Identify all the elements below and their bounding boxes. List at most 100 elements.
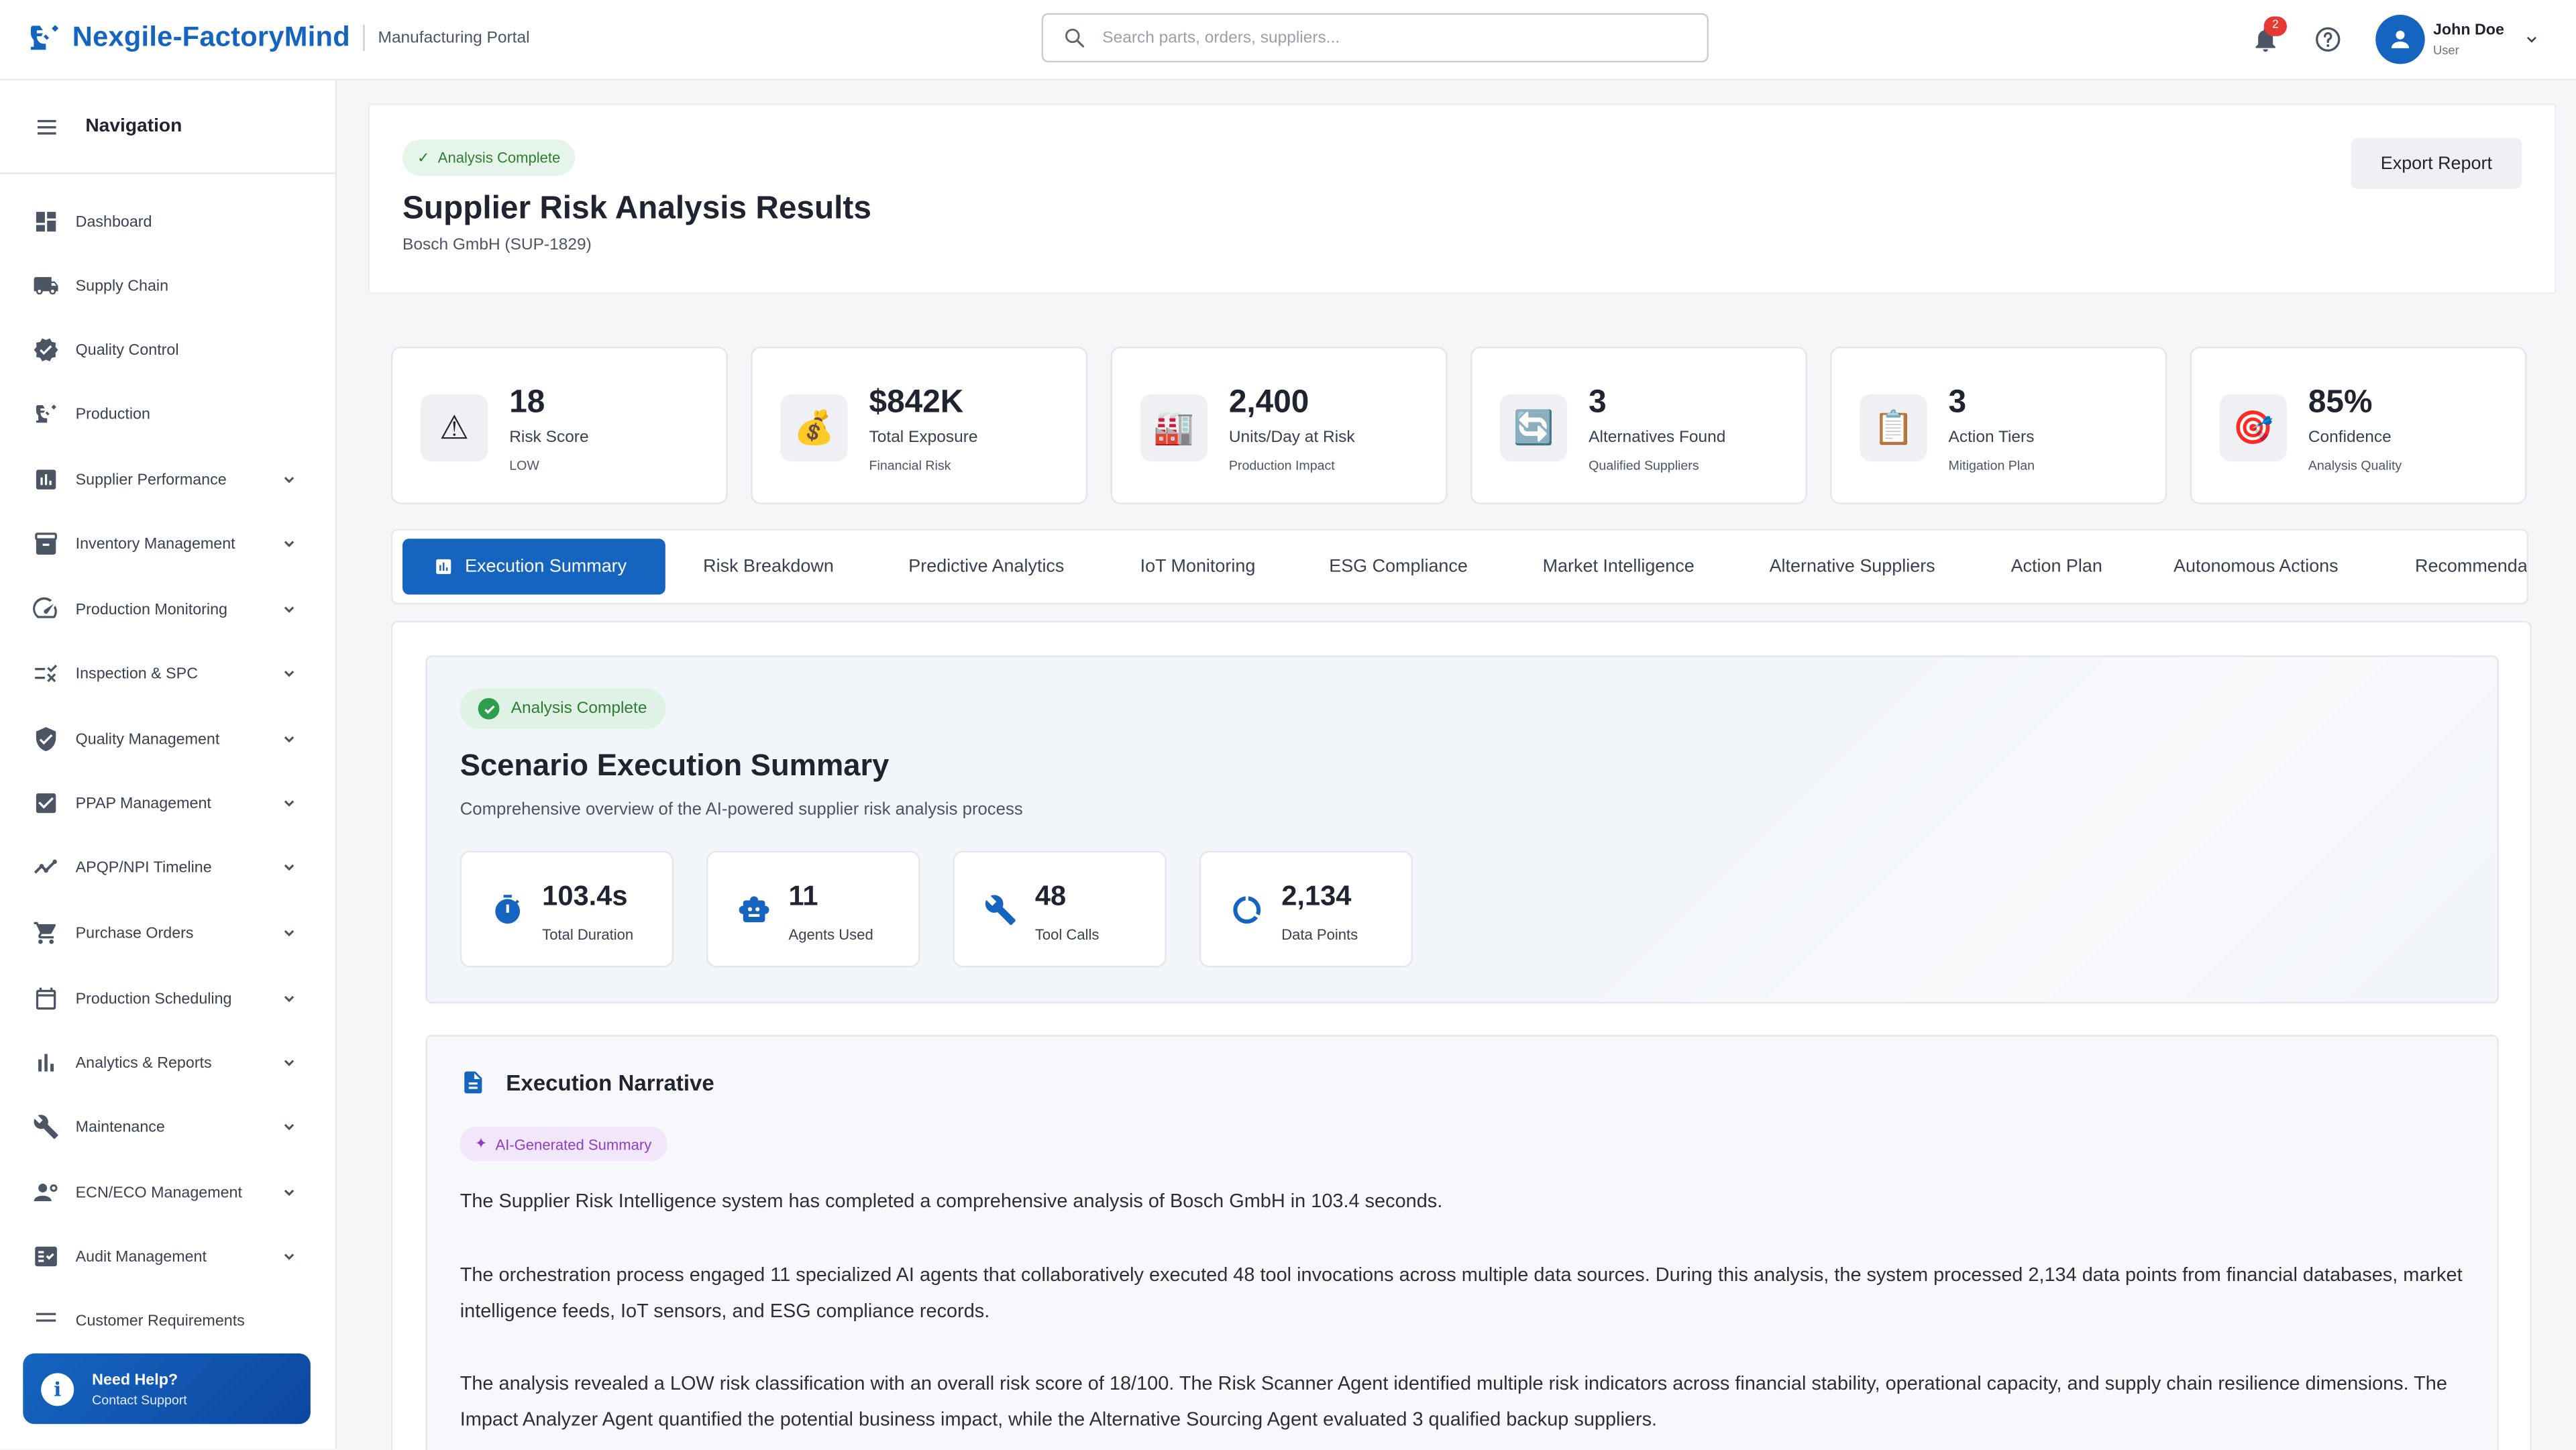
ai-badge-text: AI-Generated Summary bbox=[495, 1135, 652, 1152]
kpi-sublabel: LOW bbox=[509, 458, 539, 473]
fact-check-icon bbox=[35, 1246, 57, 1267]
wrench-icon bbox=[34, 1115, 58, 1139]
tab-action-plan[interactable]: Action Plan bbox=[2011, 539, 2102, 594]
menu-icon[interactable] bbox=[34, 114, 59, 139]
sidebar-item-label: Quality Management bbox=[75, 730, 220, 748]
chevron-down-icon bbox=[284, 995, 294, 1003]
sidebar-item-production[interactable]: Production bbox=[0, 389, 335, 438]
info-icon: i bbox=[41, 1372, 74, 1406]
top-bar: Nexgile-FactoryMind Manufacturing Portal… bbox=[0, 0, 2576, 81]
sidebar-item-label: Supplier Performance bbox=[75, 470, 227, 489]
tab-predictive-analytics[interactable]: Predictive Analytics bbox=[908, 539, 1064, 594]
bar-chart-icon bbox=[38, 1054, 54, 1072]
kpi-alternatives-found: 🔄 3 Alternatives Found Qualified Supplie… bbox=[1470, 346, 1807, 504]
stat-value: 48 bbox=[1034, 880, 1067, 912]
sidebar-item-analytics-reports[interactable]: Analytics & Reports bbox=[0, 1038, 335, 1087]
help-icon[interactable] bbox=[2313, 25, 2343, 54]
sidebar-item-purchase-orders[interactable]: Purchase Orders bbox=[0, 908, 335, 957]
export-report-button[interactable]: Export Report bbox=[2351, 137, 2522, 189]
tab-risk-breakdown[interactable]: Risk Breakdown bbox=[703, 539, 834, 594]
brand[interactable]: Nexgile-FactoryMind Manufacturing Portal bbox=[26, 19, 530, 56]
help-card[interactable]: i Need Help? Contact Support bbox=[23, 1353, 311, 1425]
sidebar-item-ecn-eco-management[interactable]: ECN/ECO Management bbox=[0, 1168, 335, 1217]
kpi-label: Alternatives Found bbox=[1589, 429, 1726, 447]
requirements-icon bbox=[36, 1313, 56, 1322]
sidebar-item-label: Customer Requirements bbox=[75, 1311, 245, 1330]
kpi-value: 2,400 bbox=[1228, 384, 1309, 421]
sidebar-item-label: Purchase Orders bbox=[75, 924, 194, 942]
sidebar-item-supply-chain[interactable]: Supply Chain bbox=[0, 261, 335, 310]
sidebar-item-label: Analytics & Reports bbox=[75, 1054, 212, 1072]
brand-name: Nexgile-FactoryMind bbox=[72, 21, 350, 53]
sidebar-item-audit-management[interactable]: Audit Management bbox=[0, 1232, 335, 1281]
chevron-down-icon bbox=[2527, 36, 2537, 43]
help-subtitle: Contact Support bbox=[92, 1392, 187, 1407]
stat-label: Data Points bbox=[1281, 926, 1358, 943]
chevron-down-icon bbox=[284, 1253, 294, 1260]
stat-data-points: 2,134 Data Points bbox=[1199, 850, 1413, 968]
inventory-icon bbox=[35, 533, 57, 555]
status-badge: ✓ Analysis Complete bbox=[402, 140, 576, 176]
factory-icon: 🏭 bbox=[1140, 394, 1208, 462]
chevron-down-icon bbox=[284, 670, 294, 677]
sidebar-item-inventory-management[interactable]: Inventory Management bbox=[0, 519, 335, 568]
sidebar: Navigation Dashboard Supply Chain Qualit… bbox=[0, 80, 337, 1449]
tab-autonomous-actions[interactable]: Autonomous Actions bbox=[2174, 539, 2339, 594]
narrative-paragraph: The analysis revealed a LOW risk classif… bbox=[460, 1371, 2447, 1431]
search-box[interactable] bbox=[1041, 13, 1709, 63]
sidebar-item-quality-control[interactable]: Quality Control bbox=[0, 325, 335, 374]
calendar-icon bbox=[36, 987, 56, 1010]
sidebar-item-inspection-spc[interactable]: Inspection & SPC bbox=[0, 649, 335, 698]
sidebar-item-supplier-performance[interactable]: Supplier Performance bbox=[0, 455, 335, 504]
tab-market-intelligence[interactable]: Market Intelligence bbox=[1543, 539, 1695, 594]
tab-iot-monitoring[interactable]: IoT Monitoring bbox=[1140, 539, 1256, 594]
stat-total-duration: 103.4s Total Duration bbox=[460, 850, 674, 968]
kpi-action-tiers: 📋 3 Action Tiers Mitigation Plan bbox=[1830, 346, 2167, 504]
tab-alternative-suppliers[interactable]: Alternative Suppliers bbox=[1770, 539, 1935, 594]
stat-label: Total Duration bbox=[542, 926, 634, 943]
user-menu[interactable]: John Doe User bbox=[2375, 15, 2540, 64]
stat-label: Agents Used bbox=[788, 926, 873, 943]
chevron-down-icon bbox=[284, 1189, 294, 1196]
tab-esg-compliance[interactable]: ESG Compliance bbox=[1329, 539, 1468, 594]
sidebar-item-ppap-management[interactable]: PPAP Management bbox=[0, 779, 335, 828]
precision-icon bbox=[36, 404, 56, 423]
ai-summary-badge: ✦ AI-Generated Summary bbox=[460, 1127, 667, 1162]
sidebar-item-production-monitoring[interactable]: Production Monitoring bbox=[0, 585, 335, 634]
section-title: Scenario Execution Summary bbox=[460, 747, 890, 782]
search-input[interactable] bbox=[1099, 27, 1664, 49]
refresh-icon: 🔄 bbox=[1499, 394, 1568, 462]
kpi-sublabel: Mitigation Plan bbox=[1948, 458, 2035, 473]
sidebar-item-apqp-npi-timeline[interactable]: APQP/NPI Timeline bbox=[0, 842, 335, 891]
chevron-down-icon bbox=[284, 476, 294, 484]
tab-execution-summary[interactable]: Execution Summary bbox=[402, 539, 665, 595]
document-icon bbox=[464, 1071, 482, 1094]
sidebar-item-quality-management[interactable]: Quality Management bbox=[0, 714, 335, 763]
tab-recommendations[interactable]: Recommendations bbox=[2415, 539, 2527, 594]
sidebar-item-production-scheduling[interactable]: Production Scheduling bbox=[0, 974, 335, 1023]
sidebar-item-maintenance[interactable]: Maintenance bbox=[0, 1102, 335, 1151]
sidebar-item-label: Dashboard bbox=[75, 213, 152, 231]
chevron-down-icon bbox=[284, 606, 294, 613]
sidebar-item-dashboard[interactable]: Dashboard bbox=[0, 197, 335, 246]
narrative-paragraph: The Supplier Risk Intelligence system ha… bbox=[460, 1189, 1443, 1213]
chevron-down-icon bbox=[284, 864, 294, 871]
money-bag-icon: 💰 bbox=[780, 394, 848, 462]
check-icon: ✓ bbox=[417, 148, 430, 166]
status-text: Analysis Complete bbox=[437, 149, 561, 166]
kpi-value: 18 bbox=[509, 384, 545, 421]
rule-icon bbox=[35, 665, 58, 683]
brand-divider bbox=[363, 24, 365, 51]
sidebar-item-customer-requirements[interactable]: Customer Requirements bbox=[0, 1296, 335, 1345]
kpi-value: 3 bbox=[1948, 384, 1967, 421]
help-title: Need Help? bbox=[92, 1370, 178, 1389]
bar-chart-icon bbox=[436, 559, 451, 574]
kpi-risk-score: ⚠ 18 Risk Score LOW bbox=[390, 346, 728, 504]
kpi-label: Action Tiers bbox=[1948, 429, 2035, 447]
portal-name: Manufacturing Portal bbox=[378, 28, 530, 47]
kpi-sublabel: Financial Risk bbox=[869, 458, 951, 473]
timeline-icon bbox=[34, 859, 57, 874]
kpi-sublabel: Qualified Suppliers bbox=[1589, 458, 1699, 473]
chevron-down-icon bbox=[284, 800, 294, 807]
stat-tool-calls: 48 Tool Calls bbox=[953, 850, 1167, 968]
